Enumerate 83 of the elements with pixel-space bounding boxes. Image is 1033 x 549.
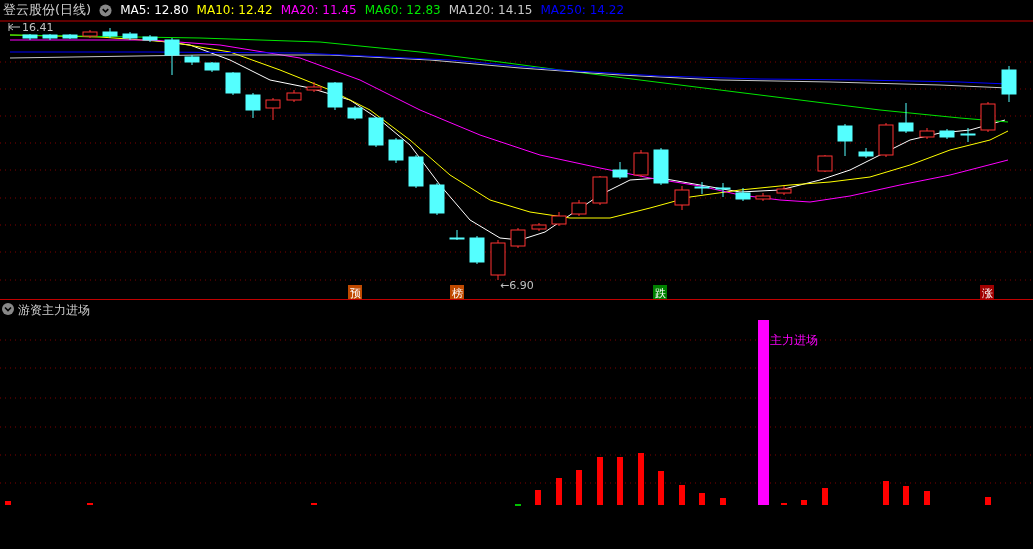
candlestick: [919, 127, 935, 140]
candlestick: [184, 54, 200, 66]
candlestick: [674, 185, 690, 211]
collapse-icon[interactable]: [2, 303, 14, 315]
candlestick: [980, 101, 996, 133]
low-price-label: ←6.90: [500, 279, 534, 292]
candlestick: [571, 199, 587, 217]
candlestick: [164, 37, 180, 76]
candlestick: [592, 175, 608, 206]
candlestick: [837, 123, 853, 157]
candlestick: [612, 161, 628, 180]
candlestick: [531, 222, 547, 232]
volume-bar: [985, 497, 991, 505]
volume-bar: [883, 481, 889, 505]
candlestick: [286, 89, 302, 103]
indicator-title: 游资主力进场: [18, 303, 90, 317]
volume-bar: [617, 457, 623, 505]
signal-marker: 榜: [450, 285, 464, 300]
volume-bar: [597, 457, 603, 505]
candlestick: [82, 29, 98, 39]
candlestick: [694, 181, 710, 195]
ma-legend-label: MA10: 12.42: [196, 3, 273, 17]
signal-marker: 涨: [980, 285, 994, 300]
high-arrow-icon: [8, 22, 21, 32]
candlestick: [817, 154, 833, 173]
candlestick: [327, 81, 343, 111]
volume-bar: [822, 488, 828, 505]
candlestick: [449, 229, 465, 241]
dropdown-icon[interactable]: [99, 3, 113, 17]
candlestick: [735, 187, 751, 202]
candlestick: [347, 105, 363, 121]
volume-bar: [5, 501, 11, 505]
candlestick: [776, 185, 792, 196]
candlestick: [102, 27, 118, 39]
candlestick: [265, 97, 281, 121]
volume-bar: [535, 490, 541, 505]
candlestick: [42, 33, 58, 41]
volume-bar: [720, 498, 726, 505]
candlestick: [755, 192, 771, 202]
volume-bar: [924, 491, 930, 505]
candlestick: [898, 102, 914, 134]
candlestick: [858, 147, 874, 159]
volume-bar: [801, 500, 807, 505]
signal-label: 主力进场: [770, 333, 818, 347]
candlestick: [653, 147, 669, 186]
volume-bar: [658, 471, 664, 505]
volume-bar: [699, 493, 705, 505]
volume-bar: [576, 470, 582, 505]
ma-legend-label: MA60: 12.83: [364, 3, 441, 17]
volume-bar: [556, 478, 562, 505]
candlestick: [715, 182, 731, 198]
candlestick: [225, 71, 241, 96]
candlestick: [939, 128, 955, 140]
candlestick: [469, 235, 485, 265]
candlestick: [306, 81, 322, 93]
ma-legend-label: MA5: 12.80: [120, 3, 189, 17]
candlestick: [960, 127, 976, 143]
candlestick: [408, 154, 424, 189]
candlestick: [490, 239, 506, 281]
signal-marker: 预: [348, 285, 362, 300]
candlestick: [22, 33, 38, 41]
candlestick: [551, 211, 567, 227]
candlestick: [204, 61, 220, 73]
volume-bar: [638, 453, 644, 505]
candlestick: [510, 227, 526, 249]
candlestick: [1001, 65, 1017, 103]
candlestick: [122, 31, 138, 41]
candlestick: [142, 34, 158, 43]
volume-bar: [903, 486, 909, 505]
high-price-label: 16.41: [22, 21, 54, 34]
candlestick: [245, 92, 261, 119]
signal-marker: 跌: [653, 285, 667, 300]
candlestick: [429, 182, 445, 216]
candlestick: [62, 33, 78, 40]
candlestick: [368, 116, 384, 148]
ma-legend-label: MA120: 14.15: [448, 3, 533, 17]
candlestick: [388, 137, 404, 164]
ma-legend-label: MA20: 11.45: [280, 3, 357, 17]
volume-bar: [679, 485, 685, 505]
ma-legend-label: MA250: 14.22: [540, 3, 625, 17]
chart-title: 登云股份(日线): [3, 1, 92, 19]
candlestick: [878, 122, 894, 158]
candlestick: [633, 149, 649, 178]
